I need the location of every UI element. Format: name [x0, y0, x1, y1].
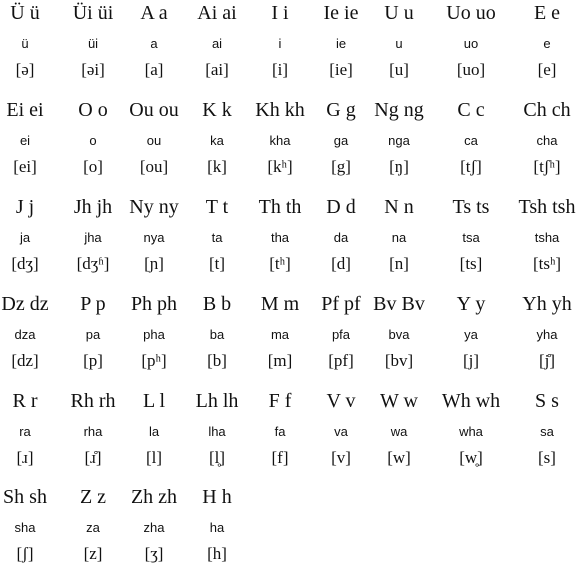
letter-cell: W w wa [w]: [359, 388, 439, 484]
letter-example: uo: [463, 36, 479, 51]
letter-name: N n: [384, 196, 414, 218]
letter-name: Yh yh: [522, 293, 572, 315]
alphabet-chart: Ü ü ü [ə] Üi üi üi [əi] A a a [a] Ai ai ai [ai] I ii…: [0, 0, 584, 578]
letter-example: wa: [390, 424, 408, 439]
letter-cell: Ts ts tsa [ts]: [431, 194, 511, 290]
letter-example: sa: [540, 424, 554, 439]
letter-ipa: [tʃ]: [460, 157, 482, 176]
letter-ipa: [e]: [537, 60, 557, 79]
letter-cell: S s sa [s]: [507, 388, 584, 484]
letter-example: wha: [459, 424, 483, 439]
letter-ipa: [j̊]: [538, 351, 556, 370]
letter-cell: Y y ya [j]: [431, 291, 511, 387]
letter-cell: Tsh tsh tsha [tsʰ]: [507, 194, 584, 290]
letter-cell: Wh wh wha [w̥]: [431, 388, 511, 484]
letter-ipa: [h]: [207, 544, 227, 563]
letter-example: e: [543, 36, 551, 51]
letter-example: bva: [388, 327, 410, 342]
letter-example: tsha: [534, 230, 560, 245]
letter-cell: U u u [u]: [359, 0, 439, 96]
letter-name: Tsh tsh: [518, 196, 576, 218]
letter-example: ha: [209, 520, 225, 535]
letter-example: na: [391, 230, 407, 245]
letter-name: U u: [384, 2, 414, 24]
letter-name: H h: [202, 486, 232, 508]
letter-cell: H h ha [h]: [177, 484, 257, 580]
letter-name: Y y: [456, 293, 486, 315]
letter-cell: N n na [n]: [359, 194, 439, 290]
letter-name: W w: [380, 390, 418, 412]
letter-ipa: [u]: [389, 60, 409, 79]
letter-ipa: [w]: [387, 448, 411, 467]
letter-cell: Bv Bv bva [bv]: [359, 291, 439, 387]
letter-cell: Ng ng nga [ŋ]: [359, 97, 439, 193]
letter-example: nga: [388, 133, 410, 148]
letter-name: Wh wh: [441, 390, 501, 412]
letter-example: ya: [464, 327, 478, 342]
letter-cell: Uo uo uo [uo]: [431, 0, 511, 96]
letter-ipa: [uo]: [456, 60, 486, 79]
letter-name: E e: [533, 2, 561, 24]
letter-cell: Ch ch cha [tʃʰ]: [507, 97, 584, 193]
letter-cell: E e e [e]: [507, 0, 584, 96]
letter-cell: Yh yh yha [j̊]: [507, 291, 584, 387]
letter-example: tsa: [462, 230, 480, 245]
letter-name: Ng ng: [374, 99, 424, 121]
letter-example: yha: [536, 327, 558, 342]
letter-ipa: [bv]: [384, 351, 414, 370]
letter-example: cha: [536, 133, 558, 148]
letter-example: ca: [464, 133, 478, 148]
letter-ipa: [ŋ]: [389, 157, 409, 176]
letter-name: S s: [535, 390, 559, 412]
letter-name: Uo uo: [446, 2, 496, 24]
letter-cell: C c ca [tʃ]: [431, 97, 511, 193]
letter-ipa: [j]: [462, 351, 480, 370]
letter-ipa: [tʃʰ]: [533, 157, 561, 176]
letter-ipa: [s]: [538, 448, 556, 467]
letter-name: Ts ts: [452, 196, 490, 218]
letter-ipa: [ts]: [459, 254, 483, 273]
letter-ipa: [n]: [389, 254, 409, 273]
letter-name: Bv Bv: [373, 293, 425, 315]
letter-example: u: [395, 36, 403, 51]
letter-ipa: [tsʰ]: [532, 254, 562, 273]
letter-ipa: [w̥]: [459, 448, 483, 467]
letter-name: C c: [457, 99, 485, 121]
letter-name: Ch ch: [523, 99, 571, 121]
